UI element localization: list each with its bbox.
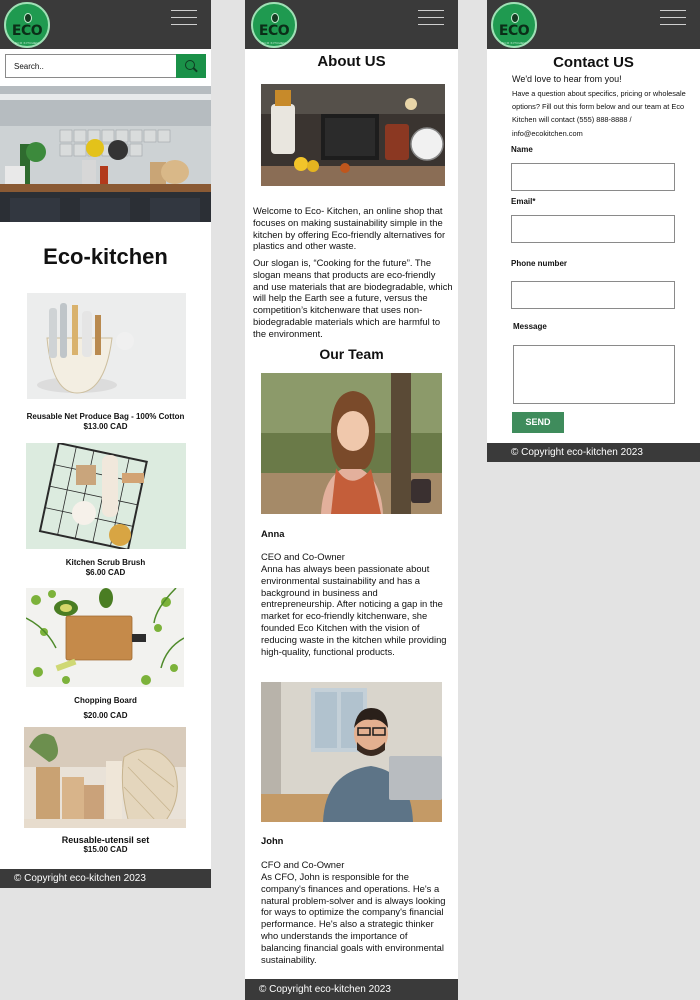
page-title: Eco-kitchen — [43, 244, 168, 269]
about-paragraph: Our slogan is, “Cooking for the future”.… — [253, 257, 453, 339]
navbar: ECO ECO KITCHEN — [0, 0, 211, 49]
name-field[interactable] — [511, 163, 675, 191]
hamburger-icon[interactable] — [660, 10, 686, 27]
product-image-scrub-brush[interactable] — [26, 443, 186, 549]
team-member-role: CFO and Co-Owner — [261, 859, 345, 870]
message-field[interactable] — [513, 345, 675, 404]
team-title: Our Team — [319, 346, 384, 362]
navbar: ECO ECO KITCHEN — [245, 0, 458, 49]
logo-text: ECO — [258, 23, 290, 39]
product-name[interactable]: Kitchen Scrub Brush — [0, 558, 211, 567]
john-photo — [261, 682, 442, 822]
phone-field[interactable] — [511, 281, 675, 309]
name-label: Name — [511, 145, 533, 154]
logo-ring-text: ECO KITCHEN — [262, 41, 286, 45]
contact-description: Have a question about specifics, pricing… — [512, 89, 686, 138]
team-member-bio: As CFO, John is responsible for the comp… — [261, 871, 446, 965]
product-image-net-bag[interactable] — [27, 293, 186, 399]
seed-icon — [511, 13, 519, 23]
team-member-name: John — [261, 835, 284, 846]
shop-page: ECO ECO KITCHEN Search.. Eco-kitchen Reu… — [0, 0, 211, 888]
eco-logo[interactable]: ECO ECO KITCHEN — [491, 2, 537, 48]
product-name[interactable]: Reusable-utensil set — [0, 835, 211, 845]
product-image-utensil-set[interactable] — [24, 727, 186, 828]
phone-label: Phone number — [511, 259, 568, 268]
footer: © Copyright eco-kitchen 2023 — [487, 443, 700, 462]
contact-intro: We'd love to hear from you! — [512, 74, 622, 84]
hero-kitchen-image — [0, 86, 211, 222]
eco-logo[interactable]: ECO ECO KITCHEN — [4, 2, 50, 48]
message-label: Message — [513, 322, 547, 331]
product-price: $6.00 CAD — [85, 568, 126, 577]
search-input[interactable] — [5, 54, 177, 78]
about-paragraph: Welcome to Eco- Kitchen, an online shop … — [253, 205, 446, 252]
page-title: Contact US — [553, 54, 634, 71]
eco-logo[interactable]: ECO ECO KITCHEN — [251, 2, 297, 48]
about-kitchen-image — [261, 84, 445, 186]
logo-ring-text: ECO KITCHEN — [15, 41, 39, 45]
anna-photo — [261, 373, 442, 514]
logo-text: ECO — [498, 23, 530, 39]
seed-icon — [24, 13, 32, 23]
logo-text: ECO — [11, 23, 43, 39]
team-member-role: CEO and Co-Owner — [261, 551, 345, 562]
email-label: Email* — [511, 197, 536, 206]
search-button[interactable] — [176, 54, 206, 78]
product-price: $20.00 CAD — [83, 711, 128, 720]
product-price: $15.00 CAD — [83, 845, 128, 854]
email-field[interactable] — [511, 215, 675, 243]
hamburger-icon[interactable] — [171, 10, 197, 27]
contact-page: ECO ECO KITCHEN Contact US We'd love to … — [487, 0, 700, 462]
about-page: ECO ECO KITCHEN About US Welcome to Eco-… — [245, 0, 458, 1000]
navbar: ECO ECO KITCHEN — [487, 0, 700, 49]
product-image-chopping-board[interactable] — [26, 588, 184, 687]
team-member-bio: Anna has always been passionate about en… — [261, 563, 447, 657]
hamburger-icon[interactable] — [418, 10, 444, 27]
footer: © Copyright eco-kitchen 2023 — [245, 979, 458, 1000]
product-name[interactable]: Chopping Board — [0, 696, 211, 705]
send-button[interactable]: SEND — [512, 412, 564, 433]
page-title: About US — [317, 53, 386, 70]
footer: © Copyright eco-kitchen 2023 — [0, 869, 211, 888]
product-price: $13.00 CAD — [83, 422, 128, 431]
product-name[interactable]: Reusable Net Produce Bag - 100% Cotton — [0, 412, 211, 421]
logo-ring-text: ECO KITCHEN — [502, 41, 526, 45]
team-member-name: Anna — [261, 528, 285, 539]
seed-icon — [271, 13, 279, 23]
